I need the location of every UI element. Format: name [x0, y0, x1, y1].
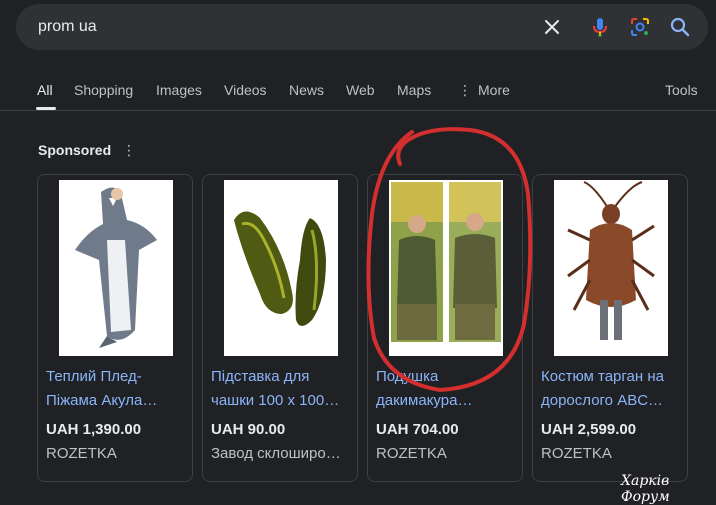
product-card[interactable]: Костюм тарган на дорослого ABC… UAH 2,59…: [532, 174, 688, 482]
product-title[interactable]: Підставка для чашки 100 х 100…: [211, 365, 351, 413]
tab-more[interactable]: ⋮ More: [458, 82, 510, 99]
product-title[interactable]: Теплий Плед-Піжама Акула…: [46, 365, 186, 413]
tab-news[interactable]: News: [289, 82, 324, 98]
product-store: ROZETKA: [376, 445, 447, 462]
tab-more-label: More: [478, 82, 510, 98]
product-image[interactable]: [389, 180, 503, 356]
search-bar[interactable]: prom ua: [16, 4, 708, 50]
close-icon[interactable]: [540, 15, 564, 39]
product-card[interactable]: Подушка дакимакура… UAH 704.00 ROZETKA: [367, 174, 523, 482]
tools-button[interactable]: Tools: [665, 82, 698, 98]
product-price: UAH 704.00: [376, 421, 459, 438]
search-tabs: All Shopping Images Videos News Web Maps…: [0, 72, 716, 110]
tab-shopping[interactable]: Shopping: [74, 82, 133, 98]
search-icon[interactable]: [668, 15, 692, 39]
tabs-divider: [0, 110, 716, 111]
microphone-icon[interactable]: [588, 15, 612, 39]
camera-lens-icon[interactable]: [628, 15, 652, 39]
product-price: UAH 1,390.00: [46, 421, 142, 438]
product-store: ROZETKA: [541, 445, 612, 462]
product-store: ROZETKA: [46, 445, 117, 462]
product-image[interactable]: [224, 180, 338, 356]
product-price: UAH 90.00: [211, 421, 286, 438]
product-card[interactable]: Теплий Плед-Піжама Акула… UAH 1,390.00 R…: [37, 174, 193, 482]
product-image[interactable]: [59, 180, 173, 356]
tab-all[interactable]: All: [37, 82, 53, 98]
product-image[interactable]: [554, 180, 668, 356]
tab-maps[interactable]: Maps: [397, 82, 431, 98]
search-input[interactable]: prom ua: [38, 18, 97, 36]
product-price: UAH 2,599.00: [541, 421, 637, 438]
product-store: Завод склоширо…: [211, 445, 341, 462]
product-card[interactable]: Підставка для чашки 100 х 100… UAH 90.00…: [202, 174, 358, 482]
product-title[interactable]: Костюм тарган на дорослого ABC…: [541, 365, 681, 413]
more-vert-icon: ⋮: [458, 82, 472, 98]
product-title[interactable]: Подушка дакимакура…: [376, 365, 516, 413]
tab-images[interactable]: Images: [156, 82, 202, 98]
watermark: Харків Форум: [621, 473, 670, 505]
sponsored-label: Sponsored: [38, 142, 112, 158]
more-options-icon[interactable]: ⋮: [122, 142, 136, 159]
tab-videos[interactable]: Videos: [224, 82, 267, 98]
tab-web[interactable]: Web: [346, 82, 375, 98]
